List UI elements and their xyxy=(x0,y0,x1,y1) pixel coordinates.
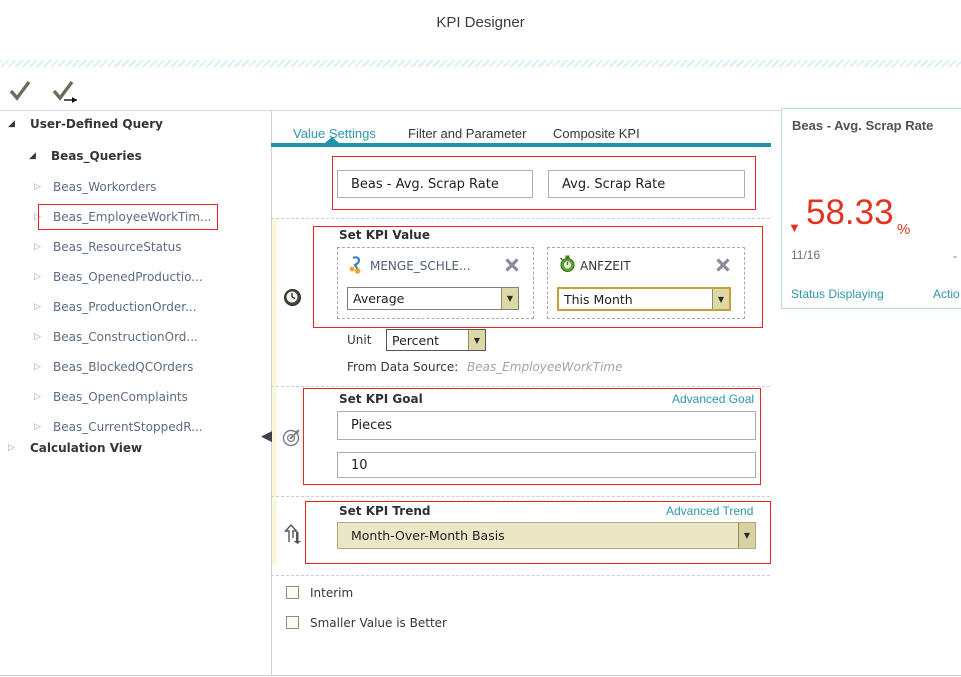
interim-checkbox[interactable] xyxy=(286,586,299,599)
dropdown-arrow-icon[interactable]: ▼ xyxy=(738,523,755,548)
tree-item-label: Beas_ProductionOrder... xyxy=(53,300,197,314)
remove-time-icon[interactable] xyxy=(715,257,731,278)
expand-arrow-icon[interactable]: ◢ xyxy=(29,151,36,161)
tree-item-label: Beas_Queries xyxy=(51,149,142,163)
trend-basis-value: Month-Over-Month Basis xyxy=(338,523,738,548)
page-bottom-border xyxy=(0,675,961,676)
smaller-value-checkbox[interactable] xyxy=(286,616,299,629)
collapse-arrow-icon[interactable]: ▷ xyxy=(34,362,41,372)
data-source-label: From Data Source: xyxy=(347,360,458,374)
check-forward-icon xyxy=(50,92,84,109)
dropdown-arrow-icon[interactable]: ▼ xyxy=(712,289,729,309)
dropdown-arrow-icon[interactable]: ▼ xyxy=(501,288,518,309)
status-displaying-link[interactable]: Status Displaying xyxy=(791,287,884,301)
kpi-preview-period: 11/16 xyxy=(791,248,820,262)
section-separator xyxy=(271,575,770,576)
kpi-preview-title: Beas - Avg. Scrap Rate xyxy=(792,118,933,133)
annotation-box-selected-query xyxy=(38,204,218,230)
aggregation-value: Average xyxy=(348,288,501,309)
kpi-preview-placeholder: - xyxy=(953,249,957,263)
tree-item-label: Beas_ResourceStatus xyxy=(53,240,182,254)
kpi-preview-unit: % xyxy=(897,221,910,238)
unit-label: Unit xyxy=(347,333,371,347)
header-stripe-divider xyxy=(0,60,961,67)
page-title: KPI Designer xyxy=(0,14,961,31)
kpi-display-name-value: Avg. Scrap Rate xyxy=(562,177,665,192)
collapse-arrow-icon[interactable]: ▷ xyxy=(34,242,41,252)
tree-item-label: Beas_BlockedQCOrders xyxy=(53,360,193,374)
time-field-label: ANFZEIT xyxy=(580,259,631,273)
tree-item-label: Beas_OpenedProductio... xyxy=(53,270,203,284)
advanced-goal-link[interactable]: Advanced Goal xyxy=(672,392,754,406)
tree-item-label: Beas_Workorders xyxy=(53,180,156,194)
collapse-arrow-icon[interactable]: ▷ xyxy=(34,392,41,402)
tab-underline-bar xyxy=(271,143,771,147)
goal-target-icon xyxy=(282,426,303,452)
kpi-value-clock-icon xyxy=(283,288,302,312)
measure-icon xyxy=(348,256,365,279)
action-link[interactable]: Actio xyxy=(933,287,960,301)
set-kpi-trend-title: Set KPI Trend xyxy=(339,504,431,518)
confirm-and-next-button[interactable] xyxy=(50,77,84,105)
unit-select[interactable]: Percent ▼ xyxy=(386,329,486,351)
collapse-arrow-icon[interactable]: ▷ xyxy=(8,443,15,453)
dropdown-arrow-icon[interactable]: ▼ xyxy=(468,330,485,350)
section-separator xyxy=(271,386,770,387)
set-kpi-value-title: Set KPI Value xyxy=(339,228,430,242)
stopwatch-icon xyxy=(559,255,576,278)
section-separator xyxy=(271,496,770,497)
kpi-name-input[interactable]: Beas - Avg. Scrap Rate xyxy=(337,170,533,198)
form-gutter-tint xyxy=(272,219,277,565)
collapse-arrow-icon[interactable]: ▷ xyxy=(34,332,41,342)
time-period-select[interactable]: This Month ▼ xyxy=(557,287,731,311)
expand-arrow-icon[interactable]: ◢ xyxy=(8,119,15,129)
tree-item-label: Beas_OpenComplaints xyxy=(53,390,188,404)
kpi-name-value: Beas - Avg. Scrap Rate xyxy=(351,177,499,192)
tree-item-label: User-Defined Query xyxy=(30,117,163,131)
trend-arrows-icon xyxy=(284,524,302,549)
goal-value-input[interactable]: 10 xyxy=(337,452,756,478)
unit-value: Percent xyxy=(387,330,468,350)
time-period-value: This Month xyxy=(559,289,712,309)
kpi-preview-value: 58.33 xyxy=(806,193,894,233)
goal-unit-input[interactable]: Pieces xyxy=(337,411,756,440)
goal-value: 10 xyxy=(351,458,368,473)
collapse-arrow-icon[interactable]: ▷ xyxy=(34,272,41,282)
collapse-arrow-icon[interactable]: ▷ xyxy=(34,422,41,432)
interim-label: Interim xyxy=(310,586,353,600)
remove-measure-icon[interactable] xyxy=(504,257,520,278)
advanced-trend-link[interactable]: Advanced Trend xyxy=(666,504,753,518)
confirm-button[interactable] xyxy=(7,77,33,103)
section-separator xyxy=(271,218,770,219)
smaller-value-label: Smaller Value is Better xyxy=(310,616,447,630)
aggregation-select[interactable]: Average ▼ xyxy=(347,287,519,310)
trend-basis-select[interactable]: Month-Over-Month Basis ▼ xyxy=(337,522,756,549)
tree-item-label: Beas_CurrentStoppedR... xyxy=(53,420,203,434)
collapse-arrow-icon[interactable]: ▷ xyxy=(34,302,41,312)
tree-item-label: Calculation View xyxy=(30,441,142,455)
kpi-display-name-input[interactable]: Avg. Scrap Rate xyxy=(548,170,745,198)
check-icon xyxy=(7,90,33,107)
collapse-arrow-icon[interactable]: ▷ xyxy=(34,182,41,192)
goal-unit-value: Pieces xyxy=(351,418,392,433)
tab-filter-and-parameter[interactable]: Filter and Parameter xyxy=(408,126,527,141)
data-source-value: Beas_EmployeeWorkTime xyxy=(467,360,622,374)
trend-down-icon: ▼ xyxy=(788,220,801,235)
set-kpi-goal-title: Set KPI Goal xyxy=(339,392,423,406)
kpi-designer-window: KPI Designer ◢ User-Defined Query ◢ Beas… xyxy=(0,0,961,677)
tree-item-label: Beas_ConstructionOrd... xyxy=(53,330,198,344)
tab-composite-kpi[interactable]: Composite KPI xyxy=(553,126,640,141)
measure-field-label: MENGE_SCHLE... xyxy=(370,259,471,273)
